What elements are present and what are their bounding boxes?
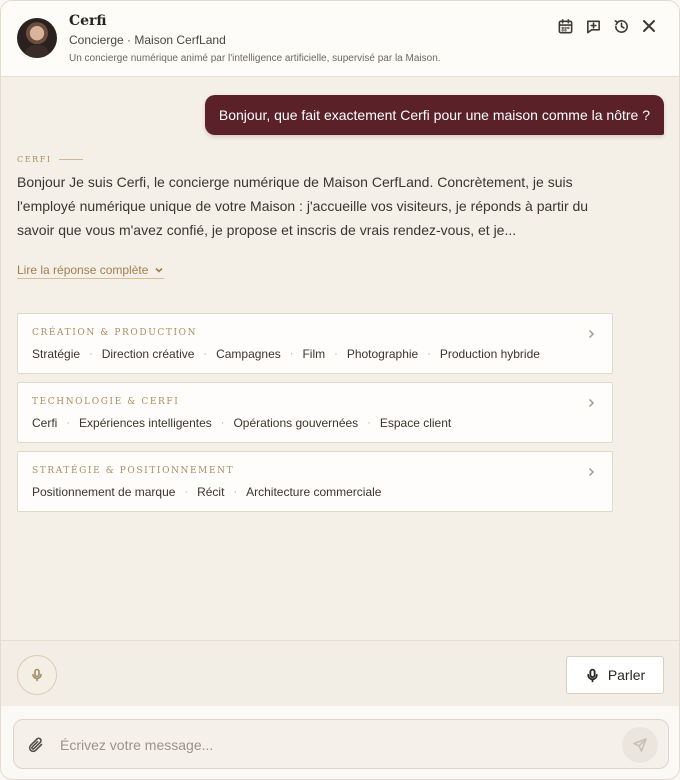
microphone-icon <box>587 668 598 682</box>
ai-disclaimer: Un concierge numérique animé par l'intel… <box>69 53 441 64</box>
paperclip-icon[interactable] <box>27 736 45 754</box>
card-tags: Cerfi · Expériences intelligentes · Opérat… <box>32 416 452 430</box>
concierge-panel: Cerfi Concierge · Maison CerfLand Un con… <box>0 0 680 780</box>
chevron-right-icon <box>586 395 596 408</box>
tag: Récit <box>197 485 225 499</box>
service-card-strategie[interactable]: STRATÉGIE & POSITIONNEMENT Positionnemen… <box>17 451 613 512</box>
history-icon[interactable] <box>611 16 631 36</box>
read-more-link[interactable]: Lire la réponse complète <box>17 263 165 279</box>
tag: Cerfi <box>32 416 58 430</box>
message-input[interactable] <box>60 729 610 761</box>
chevron-down-icon <box>155 267 163 273</box>
voice-bar: Parler <box>1 640 679 706</box>
close-icon[interactable] <box>639 16 659 36</box>
assistant-label-divider <box>59 159 83 160</box>
header-actions <box>555 16 659 36</box>
service-card-technologie[interactable]: TECHNOLOGIE & CERFI Cerfi · Expériences i… <box>17 382 613 443</box>
user-message-bubble: Bonjour, que fait exactement Cerfi pour … <box>204 95 664 135</box>
assistant-subtitle: Concierge · Maison CerfLand <box>69 33 226 47</box>
tag: Architecture commerciale <box>246 485 382 499</box>
assistant-message: Bonjour Je suis Cerfi, le concierge numé… <box>17 174 589 238</box>
send-icon <box>633 738 647 752</box>
tag: Production hybride <box>439 347 540 361</box>
speak-button[interactable]: Parler <box>566 656 664 694</box>
card-title: STRATÉGIE & POSITIONNEMENT <box>32 466 235 476</box>
tag: Expériences intelligentes <box>79 416 212 430</box>
tag: Opérations gouvernées <box>233 416 359 430</box>
microphone-icon <box>32 668 42 682</box>
tag: Photographie <box>346 347 419 361</box>
calendar-icon[interactable] <box>555 16 575 36</box>
card-tags: Stratégie · Direction créative · Campagnes… <box>32 347 540 361</box>
chevron-right-icon <box>586 326 596 339</box>
tag: Positionnement de marque <box>32 485 176 499</box>
service-cards: CRÉATION & PRODUCTION Stratégie · Directi… <box>17 313 613 520</box>
speak-label: Parler <box>607 667 646 683</box>
tag: Film <box>302 347 326 361</box>
mic-toggle-button[interactable] <box>17 655 57 695</box>
card-title: CRÉATION & PRODUCTION <box>32 328 198 338</box>
card-title: TECHNOLOGIE & CERFI <box>32 397 180 407</box>
tag: Stratégie <box>32 347 81 361</box>
card-tags: Positionnement de marque · Récit · Archite… <box>32 485 382 499</box>
tag: Campagnes <box>216 347 281 361</box>
conversation: Bonjour, que fait exactement Cerfi pour … <box>1 78 679 640</box>
composer-area <box>1 706 679 779</box>
new-chat-icon[interactable] <box>583 16 603 36</box>
read-more-label: Lire la réponse complète <box>17 263 149 277</box>
tag: Espace client <box>379 416 452 430</box>
chevron-right-icon <box>586 464 596 477</box>
message-composer <box>13 719 669 769</box>
tag: Direction créative <box>101 347 195 361</box>
assistant-name: Cerfi <box>69 13 107 29</box>
service-card-creation[interactable]: CRÉATION & PRODUCTION Stratégie · Directi… <box>17 313 613 374</box>
avatar <box>17 18 57 58</box>
send-button[interactable] <box>622 727 658 763</box>
header: Cerfi Concierge · Maison CerfLand Un con… <box>1 1 679 77</box>
assistant-label: CERFI <box>17 155 52 164</box>
